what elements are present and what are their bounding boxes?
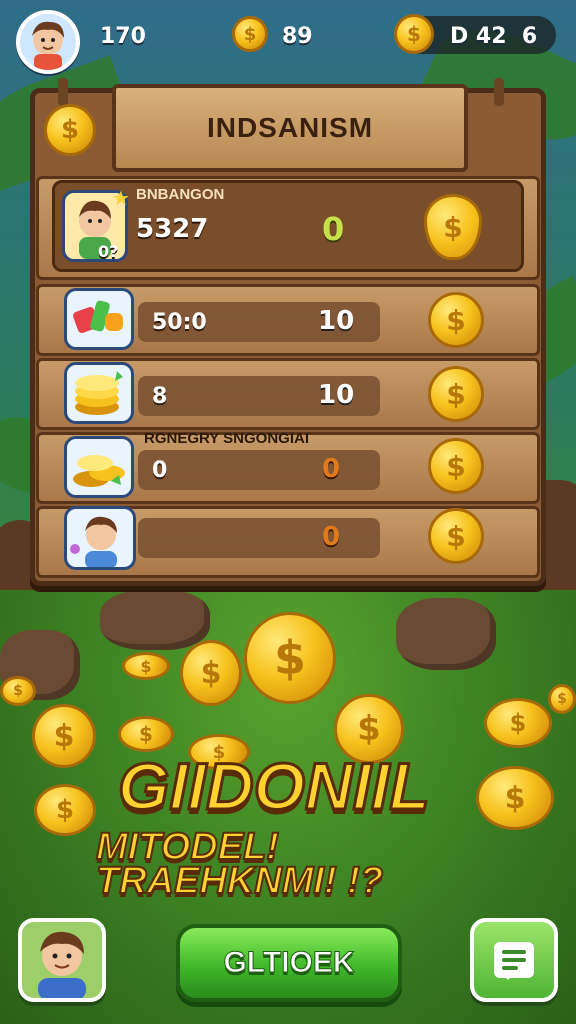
balance-value: D 42 6 [450, 24, 538, 49]
row-value: 50:0 [152, 310, 207, 335]
collect-button-label: GLTIOEK [223, 946, 355, 980]
chat-icon [494, 942, 534, 980]
chat-line [502, 950, 526, 954]
coin-icon: $ [118, 716, 174, 752]
coin-count: 89 [282, 24, 313, 49]
row-thumb [64, 362, 134, 424]
row-label: RGNEGRY SNGONGIAI [144, 430, 310, 447]
chat-line [502, 958, 526, 962]
featured-mark: 0 [322, 210, 345, 248]
row-thumb [64, 506, 136, 570]
corner-coin-icon: $ [44, 104, 96, 156]
row-mark: 0 [322, 522, 341, 552]
coin-stack-icon [75, 371, 123, 415]
profile-button[interactable] [18, 918, 106, 1002]
chat-button[interactable] [470, 918, 558, 1002]
coin-icon: $ [232, 16, 268, 52]
reward-coin-icon[interactable]: $ [428, 366, 484, 422]
row-value: 0 [152, 458, 168, 483]
promo-line-2: MITODEL! [95, 826, 280, 868]
player-level: 170 [100, 24, 146, 49]
player-avatar[interactable] [16, 10, 80, 74]
profile-avatar-icon [38, 931, 86, 998]
coin-icon: $ [180, 640, 242, 706]
row-mark: 0 [322, 454, 341, 484]
sign-rope [58, 78, 68, 106]
coin-icon: $ [394, 14, 434, 54]
collect-button[interactable]: GLTIOEK [176, 924, 402, 1002]
board-sign: INDSANISM [112, 84, 468, 172]
sign-rope [494, 78, 504, 106]
chat-line [502, 966, 518, 970]
row-thumb [64, 436, 134, 498]
avatar-portrait-icon [32, 21, 64, 70]
rock [396, 598, 496, 670]
big-coin-icon: $ [244, 612, 336, 704]
coin-icon: $ [484, 698, 552, 748]
promo-line-3: TRAEHKNMI! !? [95, 860, 384, 902]
featured-label: BNBANGON [136, 186, 225, 203]
row-bar [138, 450, 380, 490]
candy-icon [73, 300, 123, 333]
row-thumb [64, 288, 134, 350]
row-value: 8 [152, 384, 168, 409]
board-title: INDSANISM [206, 112, 374, 143]
promo-subheadline: MITODEL! TRAEHKNMI! !? [95, 826, 476, 902]
coin-pile-icon [73, 455, 125, 487]
coin-icon: $ [476, 766, 554, 830]
promo-headline: GIIDONIIL [117, 748, 432, 825]
star-icon: ★ [112, 186, 130, 210]
featured-value: 5327 [136, 214, 209, 244]
coin-icon: $ [34, 784, 96, 836]
coin-icon: $ [32, 704, 96, 768]
friend-face-icon [70, 516, 117, 567]
coin-icon: $ [0, 676, 36, 706]
row-mark: 10 [318, 380, 355, 410]
row-bar [138, 518, 380, 558]
featured-badge: 0? [98, 242, 119, 261]
top-hud: 170 $ 89 $ D 42 6 [0, 10, 576, 74]
reward-coin-icon[interactable]: $ [428, 292, 484, 348]
reward-coin-icon[interactable]: $ [428, 438, 484, 494]
row-mark: 10 [318, 306, 355, 336]
rock [100, 590, 210, 650]
coin-icon: $ [548, 684, 576, 714]
reward-coin-icon[interactable]: $ [428, 508, 484, 564]
coin-icon: $ [122, 652, 170, 680]
